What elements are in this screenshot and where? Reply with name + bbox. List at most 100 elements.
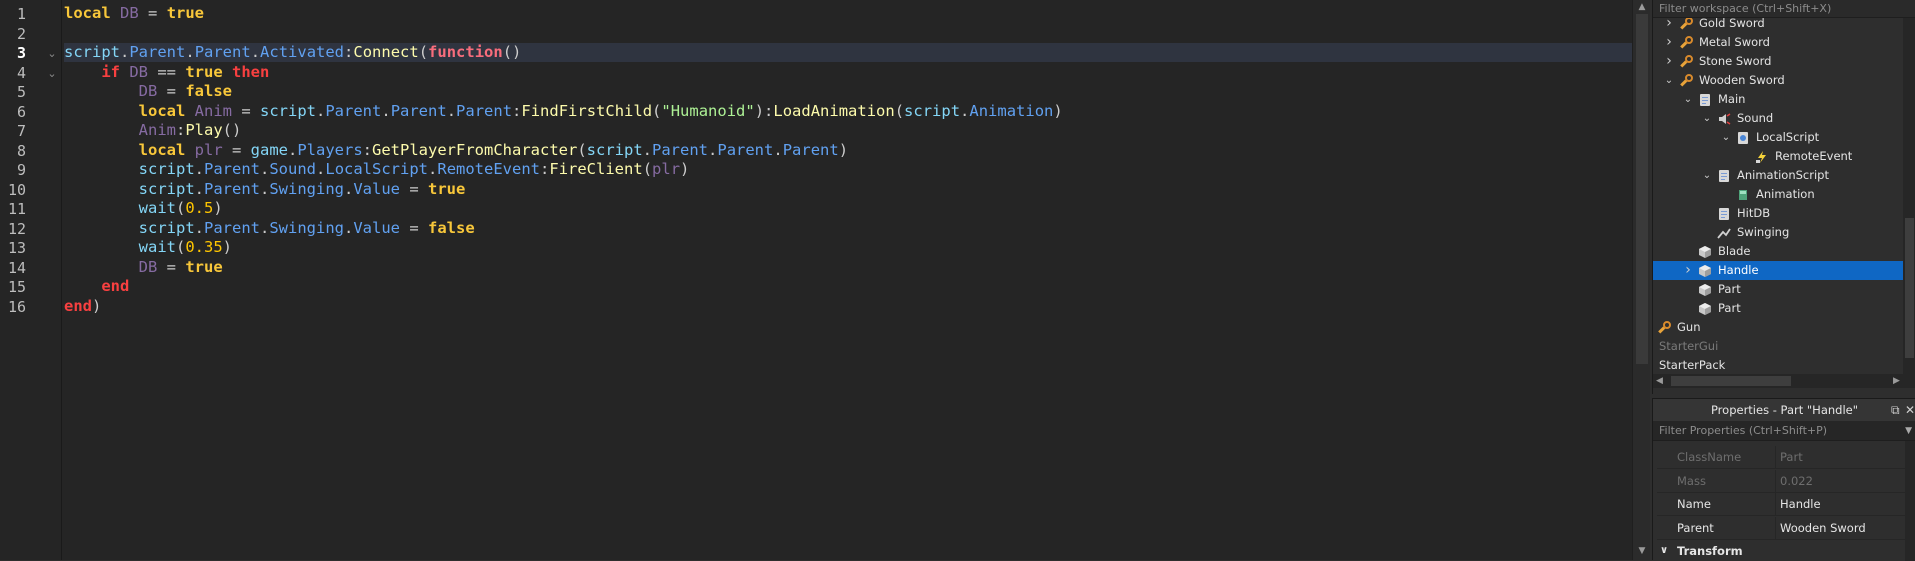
explorer-item-label: Wooden Sword xyxy=(1699,73,1785,87)
explorer-tree: › Gold Sword › Metal Sword › Stone Sword ⌄ Wood… xyxy=(1653,0,1903,374)
code-line[interactable]: DB = false xyxy=(64,82,1632,101)
scroll-right-arrow-icon[interactable]: ▶ xyxy=(1893,374,1900,388)
code-line[interactable]: script.Parent.Sound.LocalScript.RemoteEv… xyxy=(64,160,1632,179)
code-token: if xyxy=(101,62,120,81)
chevron-down-icon[interactable]: ⌄ xyxy=(1682,90,1694,109)
line-number: 14 xyxy=(7,258,26,277)
code-line[interactable]: script.Parent.Swinging.Value = false xyxy=(64,219,1632,238)
property-row[interactable]: ClassName Part xyxy=(1657,446,1905,469)
chevron-right-icon[interactable]: › xyxy=(1682,261,1694,280)
code-token: 0.35 xyxy=(185,238,223,256)
chevron-down-icon[interactable]: ⌄ xyxy=(1663,71,1675,90)
chevron-down-icon[interactable]: ⌄ xyxy=(1701,109,1713,128)
chevron-down-icon[interactable]: ∨ xyxy=(1660,541,1668,561)
code-token: ( xyxy=(894,101,905,120)
explorer-vertical-scrollbar[interactable] xyxy=(1903,18,1915,374)
line-number: 2 xyxy=(16,24,26,43)
property-row[interactable]: Parent Wooden Sword xyxy=(1657,516,1905,540)
explorer-item[interactable]: ⌄ Sound xyxy=(1653,109,1903,128)
code-line[interactable]: wait(0.35) xyxy=(64,238,1632,257)
code-token: : xyxy=(512,101,522,120)
explorer-item[interactable]: Swinging xyxy=(1653,223,1903,242)
explorer-hscroll-thumb[interactable] xyxy=(1671,376,1791,386)
close-icon[interactable]: ✕ xyxy=(1905,399,1915,421)
code-area[interactable]: local DB = true script.Parent.Parent.Acti… xyxy=(64,0,1632,560)
code-token: ) xyxy=(838,140,849,159)
script-editor[interactable]: 1 2 3 ⌄ 4 ⌄ 5 6 7 8 9 10 11 12 13 14 15 16 local DB = tru… xyxy=(0,0,1632,560)
explorer-item[interactable]: › Handle xyxy=(1653,261,1903,280)
code-line[interactable] xyxy=(64,24,1632,43)
scroll-left-arrow-icon[interactable]: ◀ xyxy=(1656,374,1663,388)
code-token: GetPlayerFromCharacter xyxy=(372,140,578,159)
undock-icon[interactable]: ⧉ xyxy=(1891,399,1900,421)
explorer-item[interactable]: ⌄ Main xyxy=(1653,90,1903,109)
fold-chevron-icon[interactable]: ⌄ xyxy=(46,67,58,80)
explorer-item[interactable]: Blade xyxy=(1653,242,1903,261)
code-line[interactable]: if DB == true then xyxy=(64,63,1632,82)
properties-filter-input[interactable]: Filter Properties (Ctrl+Shift+P) ▼ xyxy=(1653,421,1915,441)
explorer-filter-input[interactable]: Filter workspace (Ctrl+Shift+X) xyxy=(1653,0,1915,18)
property-value[interactable]: Handle xyxy=(1780,493,1821,516)
explorer-horizontal-scrollbar[interactable]: ◀ ▶ xyxy=(1653,374,1915,388)
code-line[interactable]: script.Parent.Parent.Activated:Connect(f… xyxy=(64,43,1632,62)
code-line[interactable]: Anim:Play() xyxy=(64,121,1632,140)
code-line[interactable]: local Anim = script.Parent.Parent.Parent… xyxy=(64,102,1632,121)
code-token: true xyxy=(166,4,205,22)
explorer-item[interactable]: › Metal Sword xyxy=(1653,33,1903,52)
explorer-item-label: Animation xyxy=(1756,187,1815,201)
chevron-right-icon[interactable]: › xyxy=(1663,52,1675,71)
code-line[interactable]: local plr = game.Players:GetPlayerFromCh… xyxy=(64,141,1632,160)
code-token: = xyxy=(232,101,260,120)
explorer-item[interactable]: Gun xyxy=(1653,318,1903,337)
explorer-item[interactable]: ⌄ Wooden Sword xyxy=(1653,71,1903,90)
explorer-item[interactable]: StarterGui xyxy=(1653,337,1903,356)
code-line[interactable]: wait(0.5) xyxy=(64,199,1632,218)
scroll-down-arrow-icon[interactable]: ▼ xyxy=(1633,546,1651,556)
chevron-down-icon[interactable]: ▼ xyxy=(1905,421,1912,441)
chevron-right-icon[interactable]: › xyxy=(1663,33,1675,52)
explorer-item[interactable]: ⌄ AnimationScript xyxy=(1653,166,1903,185)
code-line[interactable]: script.Parent.Swinging.Value = true xyxy=(64,180,1632,199)
explorer-item-label: Blade xyxy=(1718,244,1751,258)
code-token: ) xyxy=(222,238,232,256)
explorer-item[interactable]: ⌄ LocalScript xyxy=(1653,128,1903,147)
code-line[interactable]: end xyxy=(64,277,1632,296)
properties-panel: Properties - Part "Handle" ⧉ ✕ Filter Pr… xyxy=(1652,398,1915,561)
explorer-item[interactable]: RemoteEvent xyxy=(1653,147,1903,166)
editor-vertical-scrollbar[interactable]: ▲ ▼ xyxy=(1632,0,1650,560)
code-token: wait xyxy=(138,199,176,217)
scroll-up-arrow-icon[interactable]: ▲ xyxy=(1633,2,1651,12)
explorer-item[interactable]: › Stone Sword xyxy=(1653,52,1903,71)
code-token: . xyxy=(250,43,261,61)
fold-chevron-icon[interactable]: ⌄ xyxy=(46,48,58,60)
explorer-item[interactable]: Animation xyxy=(1653,185,1903,204)
code-token: end xyxy=(64,296,92,315)
property-row[interactable]: Mass 0.022 xyxy=(1657,469,1905,493)
explorer-scroll-thumb[interactable] xyxy=(1905,218,1914,358)
properties-vertical-scrollbar[interactable] xyxy=(1905,441,1915,561)
chevron-down-icon[interactable]: ⌄ xyxy=(1720,128,1732,147)
explorer-item[interactable]: Part xyxy=(1653,280,1903,299)
code-token: ) xyxy=(213,199,223,217)
property-name: Parent xyxy=(1677,520,1714,535)
code-token: . xyxy=(120,43,130,61)
code-token: == xyxy=(148,62,186,81)
code-token: . xyxy=(428,160,438,178)
code-line[interactable]: DB = true xyxy=(64,258,1632,277)
code-line[interactable]: end) xyxy=(64,297,1632,316)
script-icon xyxy=(1698,93,1712,107)
property-section-transform[interactable]: ∨ Transform xyxy=(1657,541,1905,561)
explorer-item[interactable]: Part xyxy=(1653,299,1903,318)
explorer-item[interactable]: HitDB xyxy=(1653,204,1903,223)
explorer-item[interactable]: StarterPack xyxy=(1653,356,1903,374)
property-row[interactable]: Name Handle xyxy=(1657,493,1905,516)
chevron-down-icon[interactable]: ⌄ xyxy=(1701,166,1713,185)
code-line[interactable]: local DB = true xyxy=(64,4,1632,23)
code-token: script xyxy=(586,140,643,159)
code-token: ( xyxy=(577,140,587,159)
property-value[interactable]: Wooden Sword xyxy=(1780,517,1866,540)
editor-scroll-thumb[interactable] xyxy=(1636,14,1648,364)
